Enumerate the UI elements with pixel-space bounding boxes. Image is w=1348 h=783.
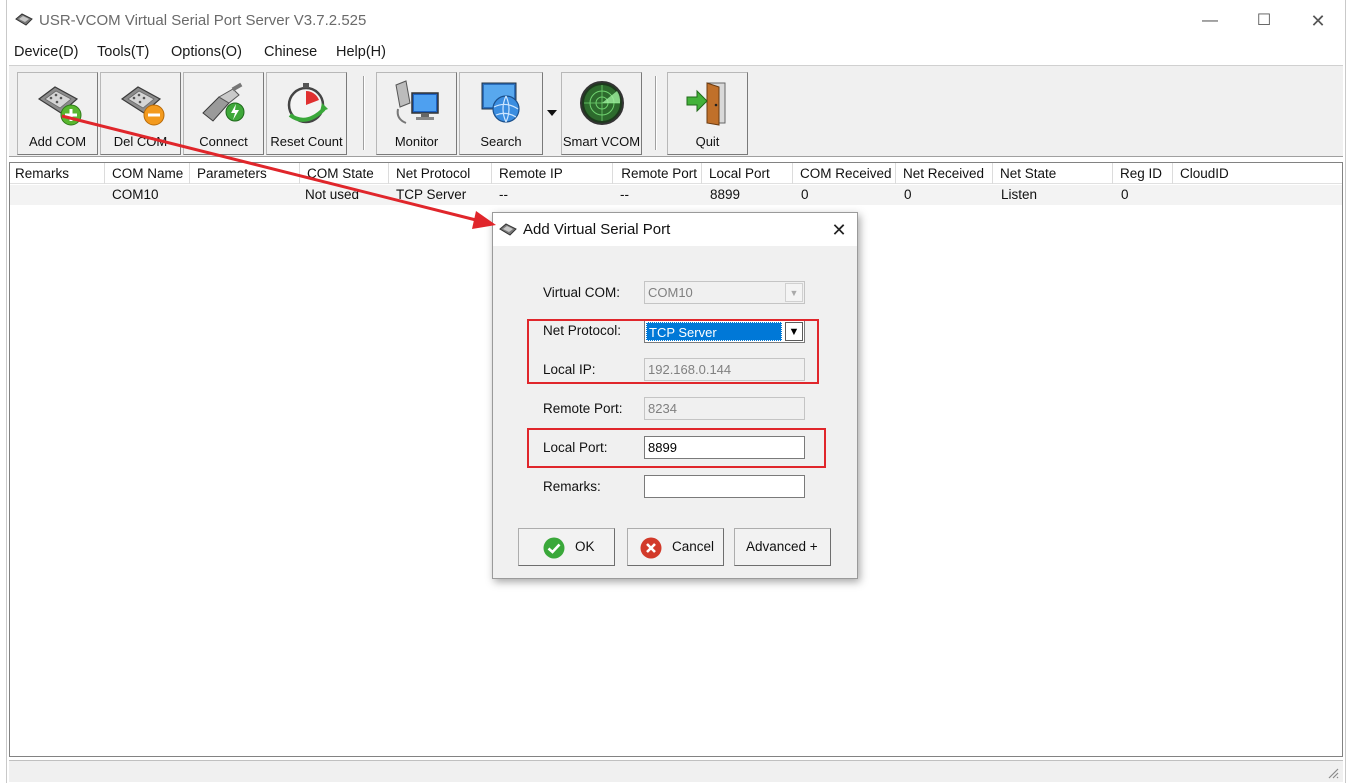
cancel-button[interactable]: Cancel: [627, 528, 724, 566]
status-bar: [9, 760, 1343, 782]
column-header-reg-id[interactable]: Reg ID: [1115, 163, 1173, 184]
column-header-com-state[interactable]: COM State: [302, 163, 389, 184]
annotation-highlight-local-port: [527, 428, 826, 468]
del-com-button[interactable]: Del COM: [100, 72, 181, 155]
app-serial-port-icon: [15, 13, 33, 26]
remarks-label: Remarks:: [543, 479, 601, 494]
radar-icon: [579, 81, 624, 125]
toolbar-separator: [655, 76, 657, 150]
menu-bar: Device(D) Tools(T) Options(O) Chinese He…: [7, 42, 1345, 64]
column-header-net-received[interactable]: Net Received: [898, 163, 993, 184]
advanced-label: Advanced +: [746, 539, 818, 554]
minimize-button[interactable]: —: [1195, 8, 1225, 34]
cell-remote-port: --: [620, 187, 629, 202]
column-header-net-protocol[interactable]: Net Protocol: [391, 163, 492, 184]
checkmark-icon: [543, 537, 565, 559]
quit-label: Quit: [695, 134, 720, 149]
add-virtual-serial-port-dialog: Add Virtual Serial Port ✕ Virtual COM: C…: [492, 212, 858, 579]
cell-net-state: Listen: [1001, 187, 1038, 202]
del-com-label: Del COM: [113, 134, 168, 149]
toolbar: Add COM Del COM Connect Reset Count Moni…: [9, 65, 1343, 157]
column-header-com-received[interactable]: COM Received: [795, 163, 896, 184]
table-header: Remarks COM Name Parameters COM State Ne…: [10, 163, 1342, 184]
cell-com-state: Not used: [305, 187, 360, 202]
dialog-close-button[interactable]: ✕: [827, 218, 851, 242]
cancel-label: Cancel: [672, 539, 715, 554]
search-label: Search: [480, 134, 522, 149]
reset-count-label: Reset Count: [270, 134, 343, 149]
virtual-com-select: COM10 ▼: [644, 281, 805, 304]
remote-port-label: Remote Port:: [543, 401, 623, 416]
exit-door-icon: [686, 82, 725, 126]
maximize-button[interactable]: ☐: [1249, 8, 1279, 34]
cell-local-port: 8899: [710, 187, 741, 202]
remarks-field[interactable]: [644, 475, 805, 498]
advanced-button[interactable]: Advanced +: [734, 528, 831, 566]
connect-label: Connect: [199, 134, 248, 149]
table-row[interactable]: COM10 Not used TCP Server -- -- 8899 0 0…: [10, 185, 1342, 205]
toolbar-separator: [363, 76, 365, 150]
column-header-com-name[interactable]: COM Name: [107, 163, 190, 184]
monitor-icon: [394, 80, 439, 124]
column-header-local-port[interactable]: Local Port: [704, 163, 793, 184]
annotation-highlight-protocol-ip: [527, 319, 819, 384]
column-header-remarks[interactable]: Remarks: [10, 163, 105, 184]
quit-button[interactable]: Quit: [667, 72, 748, 155]
dialog-title-bar[interactable]: Add Virtual Serial Port ✕: [493, 213, 857, 246]
virtual-com-value: COM10: [648, 285, 693, 300]
column-header-net-state[interactable]: Net State: [995, 163, 1113, 184]
reset-count-button[interactable]: Reset Count: [266, 72, 347, 155]
search-globe-icon: [481, 82, 520, 123]
cell-net-received: 0: [904, 187, 912, 202]
cell-remote-ip: --: [499, 187, 508, 202]
resize-grip-icon[interactable]: [1327, 767, 1339, 779]
cancel-x-icon: [640, 537, 662, 559]
cell-com-name: COM10: [112, 187, 159, 202]
add-com-label: Add COM: [28, 134, 87, 149]
cell-net-protocol: TCP Server: [396, 187, 467, 202]
monitor-button[interactable]: Monitor: [376, 72, 457, 155]
dialog-serial-port-icon: [499, 223, 517, 236]
title-bar: USR-VCOM Virtual Serial Port Server V3.7…: [7, 0, 1345, 42]
stopwatch-reset-icon: [287, 83, 328, 124]
ok-label: OK: [575, 539, 595, 554]
smart-vcom-label: Smart VCOM: [562, 134, 641, 149]
chevron-down-icon: ▼: [785, 283, 803, 302]
cell-reg-id: 0: [1121, 187, 1129, 202]
cell-com-received: 0: [801, 187, 809, 202]
menu-device[interactable]: Device(D): [14, 44, 78, 60]
smart-vcom-button[interactable]: Smart VCOM: [561, 72, 642, 155]
column-header-remote-port[interactable]: Remote Port: [615, 163, 702, 184]
search-button[interactable]: Search: [459, 72, 543, 155]
connect-plug-icon: [201, 82, 244, 122]
virtual-com-label: Virtual COM:: [543, 285, 621, 300]
column-header-parameters[interactable]: Parameters: [192, 163, 300, 184]
menu-chinese[interactable]: Chinese: [264, 44, 317, 60]
column-header-cloud-id[interactable]: CloudID: [1175, 163, 1344, 184]
menu-options[interactable]: Options(O): [171, 44, 242, 60]
close-window-button[interactable]: ✕: [1303, 8, 1333, 34]
add-com-button[interactable]: Add COM: [17, 72, 98, 155]
window-title: USR-VCOM Virtual Serial Port Server V3.7…: [39, 12, 367, 29]
dialog-title: Add Virtual Serial Port: [523, 221, 671, 238]
del-com-icon: [120, 86, 164, 126]
monitor-label: Monitor: [394, 134, 439, 149]
ok-button[interactable]: OK: [518, 528, 615, 566]
column-header-remote-ip[interactable]: Remote IP: [494, 163, 613, 184]
add-com-icon: [37, 86, 81, 126]
menu-help[interactable]: Help(H): [336, 44, 386, 60]
remote-port-field: 8234: [644, 397, 805, 420]
connect-button[interactable]: Connect: [183, 72, 264, 155]
search-dropdown-arrow-icon[interactable]: [544, 72, 560, 155]
menu-tools[interactable]: Tools(T): [97, 44, 149, 60]
